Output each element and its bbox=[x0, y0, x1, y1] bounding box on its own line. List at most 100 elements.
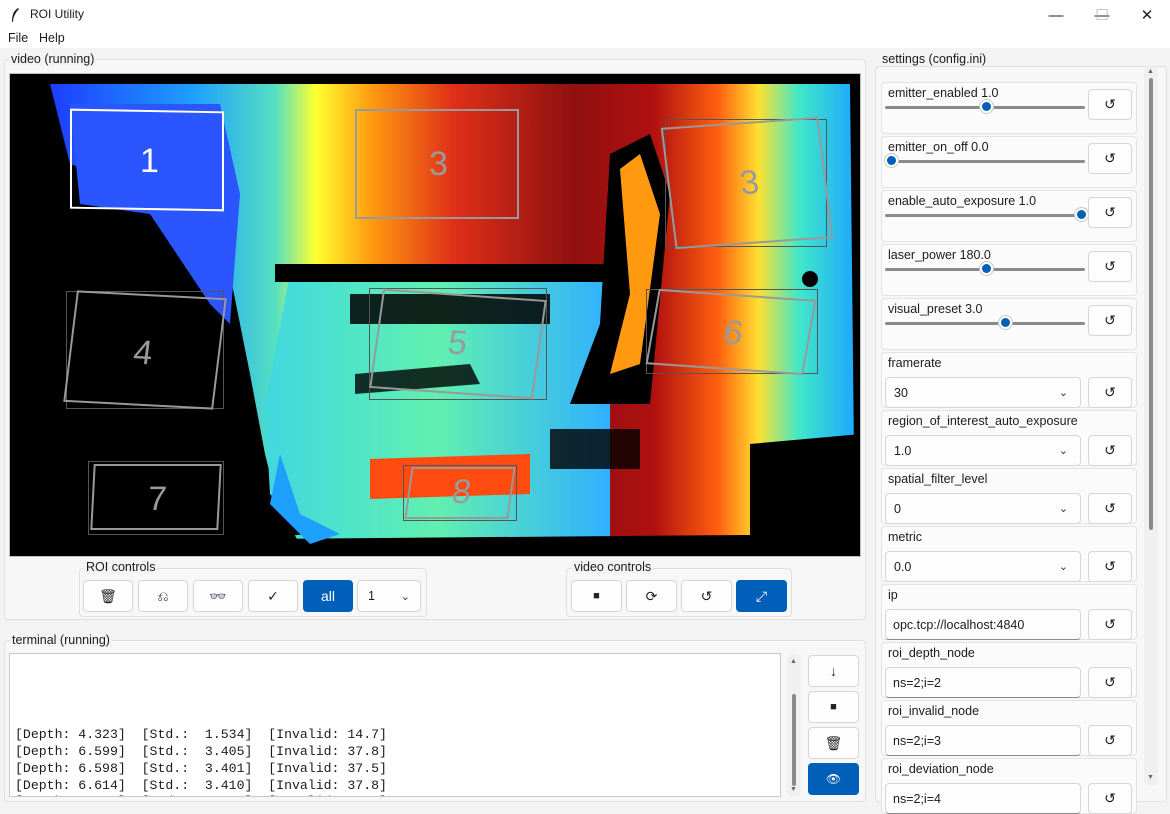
roi-label-4: 4 bbox=[131, 333, 155, 373]
scroll-up-icon[interactable]: ▲ bbox=[790, 658, 797, 665]
roi-selector[interactable]: 1 ⌄ bbox=[357, 580, 421, 612]
terminal-line: [Depth: 4.323] [Std.: 1.534] [Invalid: 1… bbox=[15, 727, 387, 743]
chevron-down-icon: ⌄ bbox=[400, 590, 410, 603]
terminal-lines: [Depth: 4.323] [Std.: 1.534] [Invalid: 1… bbox=[15, 727, 780, 796]
chevron-down-icon: ⌄ bbox=[1058, 387, 1068, 399]
setting-reset-button[interactable]: ↺ bbox=[1088, 251, 1132, 282]
stop-terminal-button[interactable]: ■ bbox=[808, 691, 859, 723]
detach-terminal-button[interactable]: 👁 bbox=[808, 763, 859, 795]
setting-dropdown-value: 0 bbox=[894, 501, 901, 516]
reset-video-button[interactable]: ↺ bbox=[681, 580, 732, 612]
setting-label: spatial_filter_level bbox=[888, 472, 988, 486]
reset-icon: ↺ bbox=[1104, 616, 1116, 632]
scroll-bottom-button[interactable]: ↓ bbox=[808, 655, 859, 687]
setting-dropdown[interactable]: 0 ⌄ bbox=[885, 493, 1081, 524]
settings-label: settings (config.ini) bbox=[880, 52, 989, 66]
delete-roi-button[interactable]: 🗑 bbox=[83, 580, 133, 612]
setting-dropdown[interactable]: 0.0 ⌄ bbox=[885, 551, 1081, 582]
stop-video-button[interactable]: ■ bbox=[571, 580, 622, 612]
reset-icon: ↺ bbox=[1104, 442, 1116, 458]
roi-box-6[interactable]: 6 bbox=[645, 288, 817, 376]
setting-reset-button[interactable]: ↺ bbox=[1088, 89, 1132, 120]
menu-help[interactable]: Help bbox=[39, 31, 65, 45]
menu-file[interactable]: File bbox=[8, 31, 28, 45]
setting-text-field[interactable]: ns=2;i=4 bbox=[885, 783, 1081, 814]
title-bar: ROI Utility — bbox=[0, 0, 1170, 30]
undo-roi-button[interactable]: ⎌ bbox=[138, 580, 188, 612]
roi-selector-value: 1 bbox=[368, 589, 375, 603]
setting-reset-button[interactable]: ↺ bbox=[1088, 725, 1132, 756]
scroll-down-icon[interactable]: ▼ bbox=[790, 786, 797, 793]
close-button[interactable]: ✕ bbox=[1124, 0, 1170, 30]
scroll-up-icon[interactable]: ▲ bbox=[1147, 68, 1154, 75]
setting-reset-button[interactable]: ↺ bbox=[1088, 667, 1132, 698]
roi-label-5: 5 bbox=[445, 323, 470, 363]
reload-video-button[interactable]: ⟳ bbox=[626, 580, 677, 612]
setting-dropdown[interactable]: 30 ⌄ bbox=[885, 377, 1081, 408]
slider-thumb[interactable] bbox=[979, 99, 994, 114]
reset-icon: ↺ bbox=[1104, 790, 1116, 806]
setting-text-field[interactable]: opc.tcp://localhost:4840 bbox=[885, 609, 1081, 640]
window-title: ROI Utility bbox=[30, 7, 84, 21]
reset-icon: ↺ bbox=[1104, 312, 1116, 328]
settings-scrollbar[interactable]: ▲ ▼ bbox=[1144, 66, 1158, 786]
slider-thumb[interactable] bbox=[979, 261, 994, 276]
slider-thumb[interactable] bbox=[1074, 207, 1089, 222]
glasses-icon: 👓 bbox=[209, 587, 227, 604]
setting-roi-depth-node: roi_depth_node ns=2;i=2 ↺ bbox=[881, 642, 1137, 698]
roi-box-7[interactable]: 7 bbox=[90, 464, 222, 530]
reset-icon: ↺ bbox=[1104, 258, 1116, 274]
setting-reset-button[interactable]: ↺ bbox=[1088, 435, 1132, 466]
roi-label-6: 6 bbox=[720, 313, 747, 353]
roi-box-5[interactable]: 5 bbox=[369, 288, 547, 400]
maximize-icon: ☐ bbox=[1095, 7, 1109, 24]
setting-label: visual_preset 3.0 bbox=[888, 302, 983, 316]
trash-icon: 🗑 bbox=[824, 734, 843, 751]
maximize-button[interactable]: ☐ bbox=[1079, 0, 1125, 30]
setting-reset-button[interactable]: ↺ bbox=[1088, 143, 1132, 174]
setting-reset-button[interactable]: ↺ bbox=[1088, 783, 1132, 814]
confirm-roi-button[interactable]: ✓ bbox=[248, 580, 298, 612]
settings-scroll-thumb[interactable] bbox=[1149, 78, 1153, 530]
roi-controls-label: ROI controls bbox=[84, 560, 158, 574]
clear-terminal-button[interactable]: 🗑 bbox=[808, 727, 859, 759]
terminal-output[interactable]: [Depth: 4.323] [Std.: 1.534] [Invalid: 1… bbox=[9, 653, 781, 797]
view-roi-button[interactable]: 👓 bbox=[193, 580, 243, 612]
terminal-scroll-thumb[interactable] bbox=[792, 694, 796, 786]
scroll-down-icon[interactable]: ▼ bbox=[1147, 774, 1154, 781]
slider-track[interactable] bbox=[885, 160, 1085, 163]
roi-box-3[interactable]: 3 bbox=[660, 116, 834, 250]
setting-dropdown[interactable]: 1.0 ⌄ bbox=[885, 435, 1081, 466]
slider-track[interactable] bbox=[885, 322, 1085, 325]
setting-reset-button[interactable]: ↺ bbox=[1088, 305, 1132, 336]
roi-label-1: 1 bbox=[140, 141, 159, 181]
slider-track[interactable] bbox=[885, 214, 1085, 217]
roi-label-8: 8 bbox=[449, 473, 474, 511]
video-canvas[interactable]: 1 3 3 4 5 6 7 8 bbox=[9, 73, 861, 557]
expand-video-button[interactable]: ⤢ bbox=[736, 580, 787, 612]
setting-reset-button[interactable]: ↺ bbox=[1088, 551, 1132, 582]
terminal-scrollbar[interactable]: ▲ ▼ bbox=[787, 654, 801, 797]
reset-icon: ↺ bbox=[1104, 558, 1116, 574]
video-frame-label: video (running) bbox=[9, 52, 97, 66]
roi-box-2[interactable]: 3 bbox=[355, 109, 519, 219]
roi-box-4[interactable]: 4 bbox=[63, 290, 227, 410]
setting-reset-button[interactable]: ↺ bbox=[1088, 197, 1132, 228]
setting-dropdown-value: 0.0 bbox=[894, 559, 912, 574]
setting-text-field[interactable]: ns=2;i=2 bbox=[885, 667, 1081, 698]
minimize-button[interactable]: — bbox=[1033, 0, 1079, 30]
setting-reset-button[interactable]: ↺ bbox=[1088, 493, 1132, 524]
setting-text-field[interactable]: ns=2;i=3 bbox=[885, 725, 1081, 756]
roi-box-1[interactable]: 1 bbox=[70, 108, 224, 212]
slider-thumb[interactable] bbox=[884, 153, 899, 168]
roi-box-8[interactable]: 8 bbox=[404, 467, 516, 519]
terminal-label: terminal (running) bbox=[10, 633, 112, 647]
select-all-button[interactable]: all bbox=[303, 580, 353, 612]
chevron-down-icon: ⌄ bbox=[1058, 561, 1068, 573]
stop-icon: ■ bbox=[830, 701, 837, 713]
slider-thumb[interactable] bbox=[998, 315, 1013, 330]
arrow-down-icon: ↓ bbox=[830, 663, 837, 679]
setting-reset-button[interactable]: ↺ bbox=[1088, 609, 1132, 640]
reset-icon: ↺ bbox=[1104, 204, 1116, 220]
setting-reset-button[interactable]: ↺ bbox=[1088, 377, 1132, 408]
